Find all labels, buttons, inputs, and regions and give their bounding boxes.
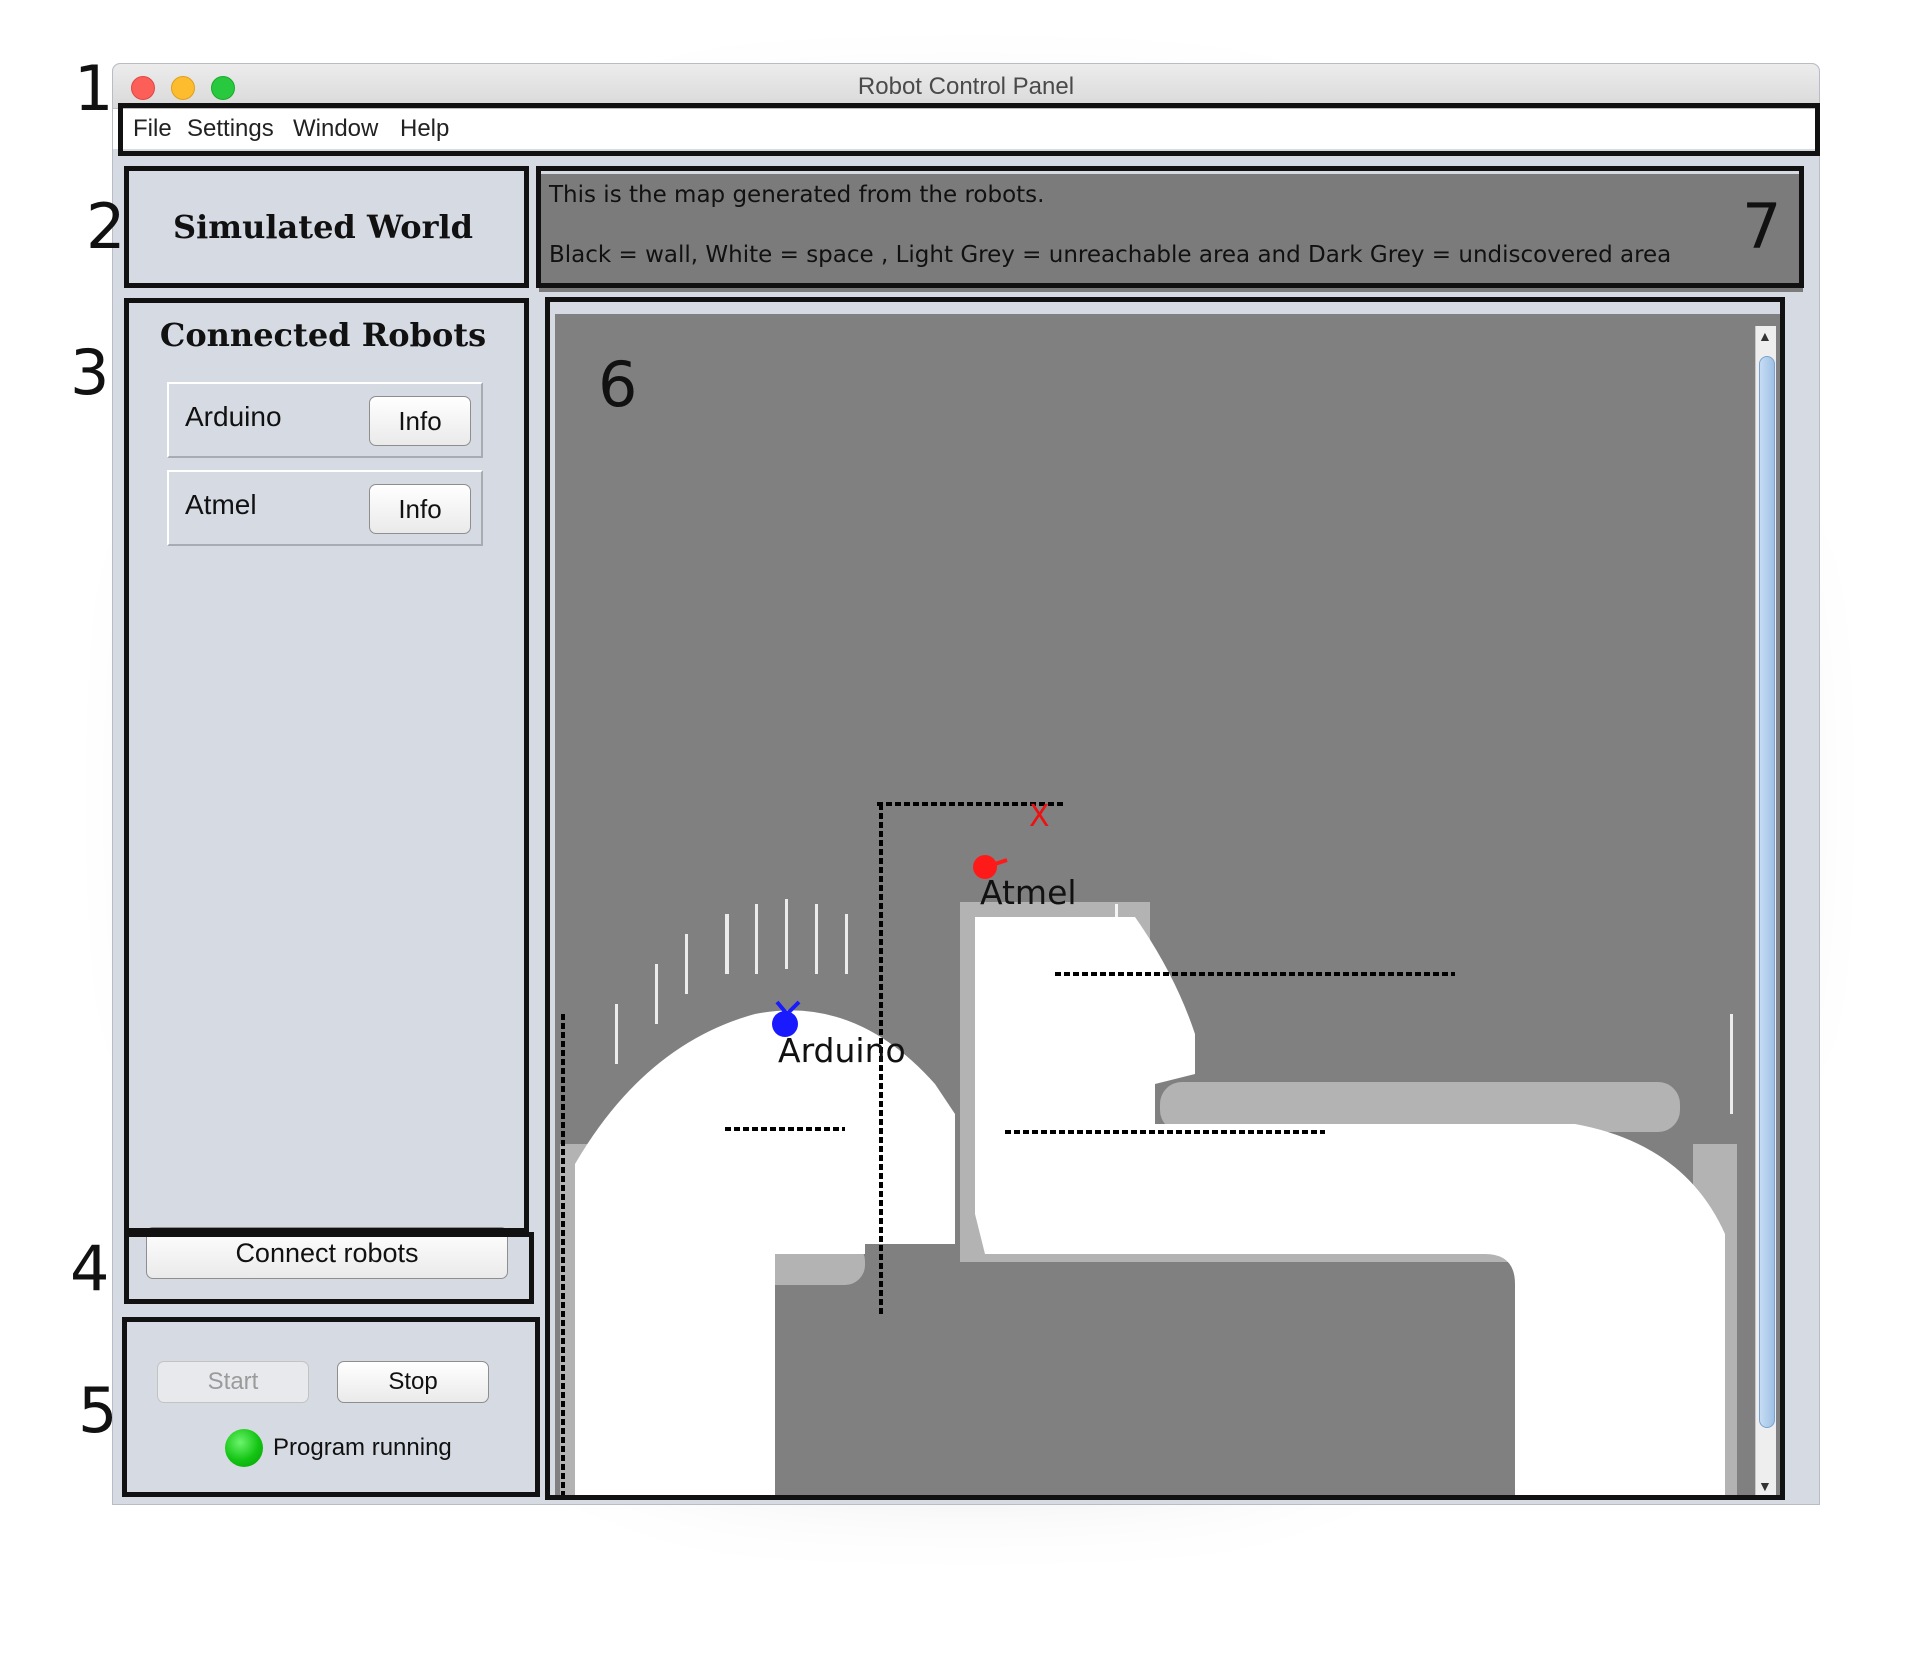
annotation-box-6: [545, 297, 1785, 1500]
annotation-label-4: 4: [70, 1232, 110, 1305]
annotation-box-1: [118, 103, 1820, 156]
annotation-box-4: [124, 1232, 534, 1304]
annotation-label-7: 7: [1742, 190, 1782, 263]
annotation-box-5: [122, 1317, 540, 1497]
annotation-box-3: [124, 298, 529, 1233]
annotation-label-5: 5: [78, 1374, 118, 1447]
window-title: Robot Control Panel: [857, 73, 1075, 100]
annotation-label-1: 1: [74, 52, 114, 125]
annotation-box-2: [124, 166, 529, 288]
annotation-label-6: 6: [598, 348, 638, 421]
annotation-label-2: 2: [86, 190, 126, 263]
annotation-box-7: [536, 166, 1804, 288]
annotation-label-3: 3: [70, 336, 110, 409]
